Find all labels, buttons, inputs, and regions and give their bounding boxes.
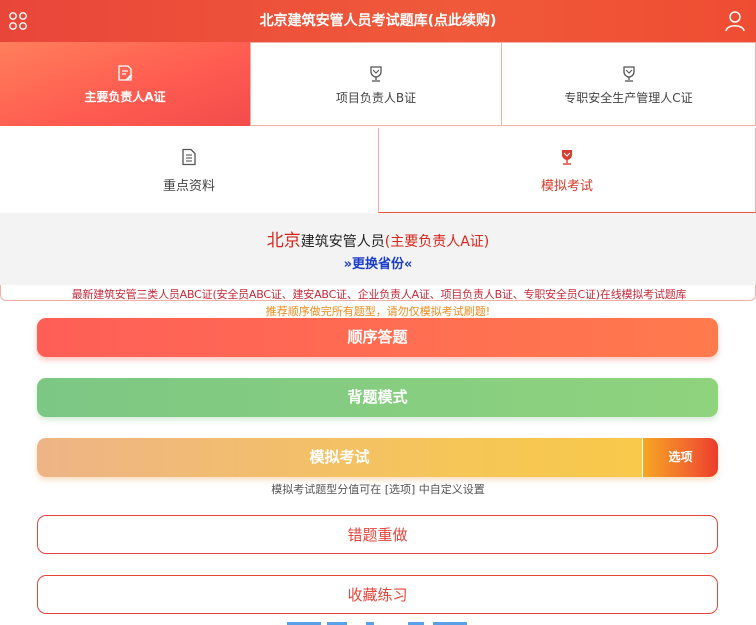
memorize-mode-button[interactable]: 背题模式 xyxy=(37,378,718,417)
notice-box: 最新建筑安管三类人员ABC证(安全员ABC证、建安ABC证、企业负责人A证、项目… xyxy=(0,285,756,301)
trophy-icon xyxy=(622,66,635,82)
tip-text: 推荐顺序做完所有题型，请勿仅模拟考试刷题! xyxy=(265,305,491,318)
app-header: 北京建筑安管人员考试题库(点此续购) xyxy=(0,0,756,42)
tab-mock-exam[interactable]: 模拟考试 xyxy=(378,128,756,213)
tab-label: 模拟考试 xyxy=(540,179,593,194)
exam-info-panel: 北京建筑安管人员(主要负责人A证) »更换省份« xyxy=(0,213,756,285)
change-province-link[interactable]: »更换省份« xyxy=(0,253,756,272)
mock-exam-group: 模拟考试 选项 xyxy=(37,438,718,477)
exam-heading: 北京建筑安管人员(主要负责人A证) xyxy=(0,226,756,251)
user-icon[interactable] xyxy=(724,10,746,32)
cert-name: (主要负责人A证) xyxy=(384,234,490,250)
tab-key-materials[interactable]: 重点资料 xyxy=(0,128,378,213)
tab-c-cert[interactable]: 专职安全生产管理人C证 xyxy=(501,42,756,126)
category-name: 建筑安管人员 xyxy=(300,234,385,250)
edit-doc-icon xyxy=(118,65,133,81)
favorites-practice-button[interactable]: 收藏练习 xyxy=(37,575,718,614)
sequential-practice-button[interactable]: 顺序答题 xyxy=(37,318,718,357)
trophy-icon xyxy=(370,66,382,82)
primary-tab-bar: 主要负责人A证 项目负责人B证 专职安全生产管理人C证 xyxy=(0,42,756,128)
tab-label: 专职安全生产管理人C证 xyxy=(564,91,693,105)
tab-b-cert[interactable]: 项目负责人B证 xyxy=(250,42,502,126)
tab-label: 重点资料 xyxy=(162,179,215,194)
notice-text: 最新建筑安管三类人员ABC证(安全员ABC证、建安ABC证、企业负责人A证、项目… xyxy=(71,288,687,301)
mock-settings-note: 模拟考试题型分值可在 [选项] 中自定义设置 xyxy=(271,483,485,496)
mock-options-button[interactable]: 选项 xyxy=(643,438,718,477)
document-icon xyxy=(182,148,196,166)
wrong-questions-button[interactable]: 错题重做 xyxy=(37,515,718,554)
tab-a-cert[interactable]: 主要负责人A证 xyxy=(0,42,250,126)
city-name: 北京 xyxy=(266,231,301,251)
page-title[interactable]: 北京建筑安管人员考试题库(点此续购) xyxy=(0,0,756,42)
tab-label: 主要负责人A证 xyxy=(84,90,166,104)
trophy-icon xyxy=(562,150,572,165)
tab-label: 项目负责人B证 xyxy=(335,91,417,105)
mock-exam-button[interactable]: 模拟考试 xyxy=(37,438,643,477)
